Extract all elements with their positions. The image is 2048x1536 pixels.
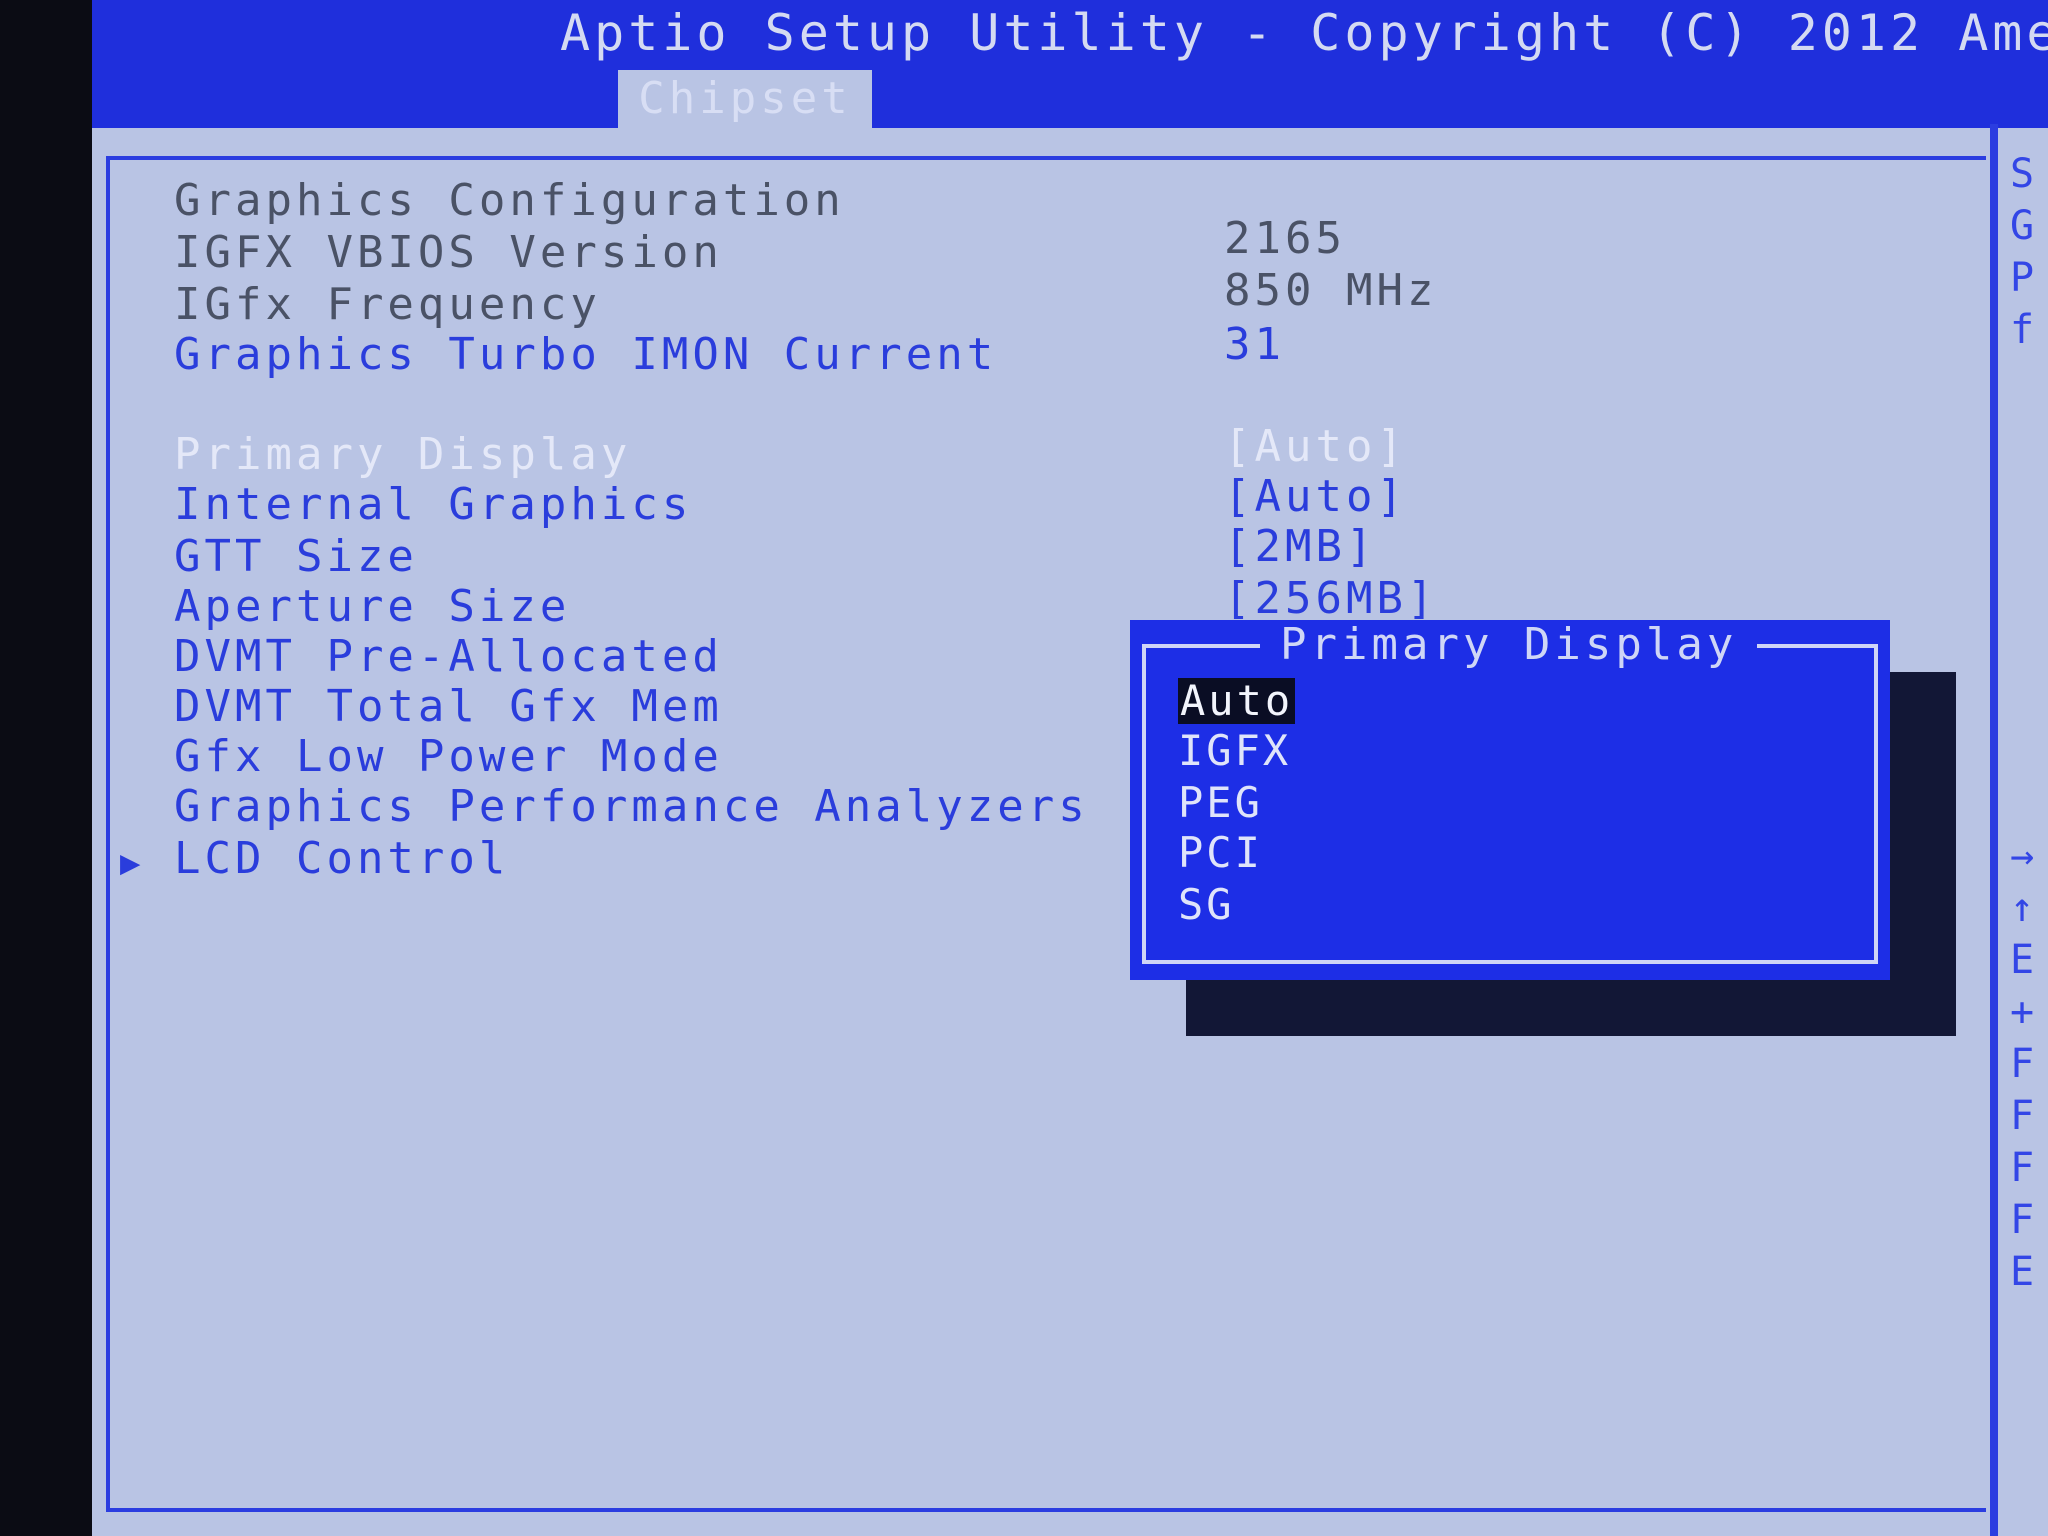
- value-primary-display[interactable]: [Auto]: [1224, 422, 1407, 472]
- help-panel-divider: [1990, 124, 1998, 1536]
- value-igfx-vbios-version: 2165: [1224, 213, 1346, 264]
- value-aperture-size[interactable]: [256MB]: [1224, 574, 1437, 624]
- submenu-arrow-icon: ▶: [120, 843, 141, 883]
- primary-display-popup: Primary Display Auto IGFX PEG PCI SG: [1130, 620, 1890, 980]
- setting-dvmt-pre-allocated[interactable]: DVMT Pre-Allocated: [174, 632, 1274, 682]
- label-igfx-vbios-version: IGFX VBIOS Version: [174, 227, 723, 278]
- popup-option-pci[interactable]: PCI: [1178, 830, 1263, 876]
- tab-chipset[interactable]: Chipset: [618, 70, 872, 128]
- setting-graphics-performance-analyzers[interactable]: Graphics Performance Analyzers: [174, 782, 1274, 832]
- section-title-graphics-configuration: Graphics Configuration: [174, 175, 845, 226]
- popup-option-igfx[interactable]: IGFX: [1178, 728, 1291, 774]
- bios-screen: Aptio Setup Utility - Copyright (C) 2012…: [92, 0, 2048, 1536]
- setting-gfx-low-power-mode[interactable]: Gfx Low Power Mode: [174, 732, 1274, 782]
- value-gtt-size[interactable]: [2MB]: [1224, 522, 1376, 572]
- label-graphics-turbo-imon-current[interactable]: Graphics Turbo IMON Current: [174, 330, 1274, 380]
- value-igfx-frequency: 850 MHz: [1224, 265, 1438, 316]
- popup-option-sg[interactable]: SG: [1178, 882, 1235, 928]
- help-panel-keys: → ↑ E + F F F F E: [2010, 833, 2035, 1295]
- label-igfx-frequency: IGfx Frequency: [174, 279, 601, 330]
- setting-internal-graphics[interactable]: Internal Graphics: [174, 480, 1274, 530]
- popup-option-peg[interactable]: PEG: [1178, 780, 1263, 826]
- popup-option-auto[interactable]: Auto: [1178, 678, 1296, 724]
- setting-aperture-size[interactable]: Aperture Size: [174, 582, 1274, 632]
- popup-title: Primary Display: [1260, 620, 1758, 670]
- setting-primary-display[interactable]: Primary Display: [174, 430, 1274, 480]
- help-panel-text: S G P f: [2010, 151, 2035, 353]
- value-internal-graphics[interactable]: [Auto]: [1224, 472, 1407, 522]
- setting-gtt-size[interactable]: GTT Size: [174, 532, 1274, 582]
- value-graphics-turbo-imon-current[interactable]: 31: [1224, 320, 1285, 370]
- submenu-lcd-control[interactable]: LCD Control: [174, 834, 1274, 884]
- header-title: Aptio Setup Utility - Copyright (C) 2012…: [560, 4, 2048, 62]
- setting-dvmt-total-gfx-mem[interactable]: DVMT Total Gfx Mem: [174, 682, 1274, 732]
- header-bar: Aptio Setup Utility - Copyright (C) 2012…: [92, 0, 2048, 128]
